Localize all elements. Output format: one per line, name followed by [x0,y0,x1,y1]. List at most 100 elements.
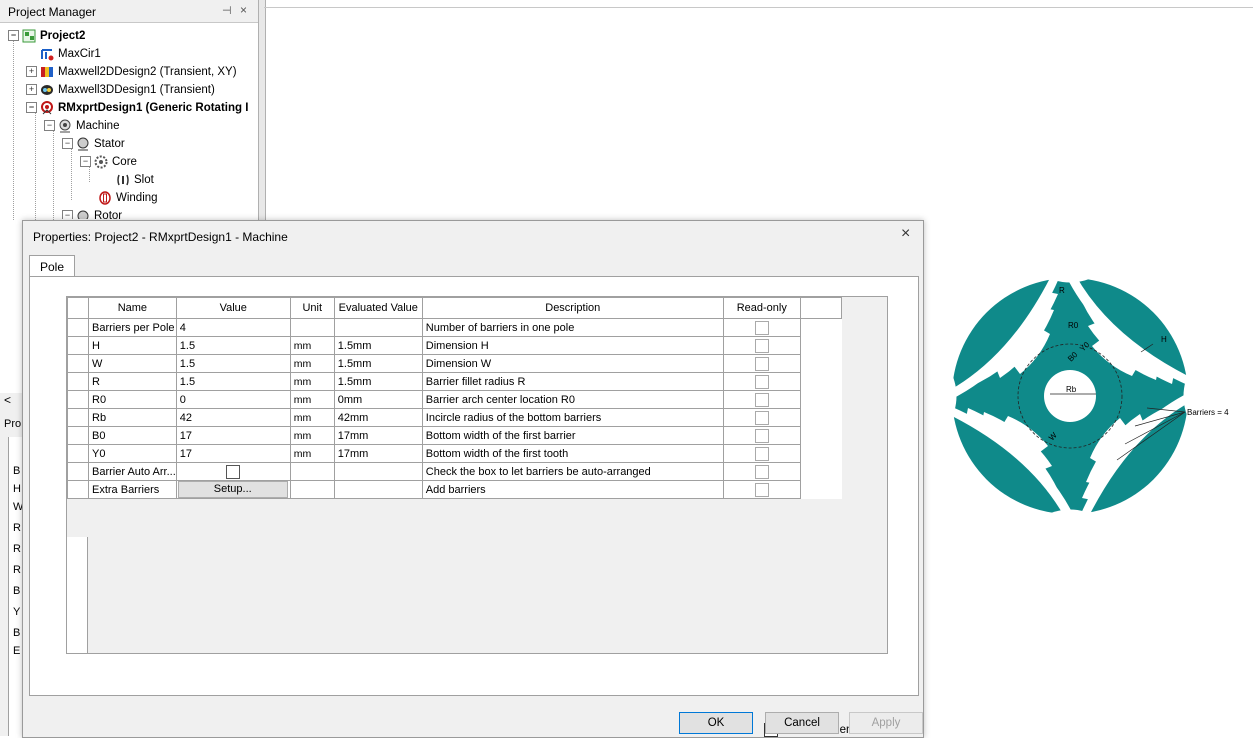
divider [264,7,1253,8]
close-icon[interactable]: × [901,225,910,243]
property-unit[interactable]: mm [289,408,335,427]
row-selector[interactable] [67,426,89,445]
tree-item-label: Rotor [94,210,123,219]
pin-icon[interactable]: ⊣ [222,4,232,17]
rotor-icon [76,209,90,219]
tree-item-core[interactable]: − Core [80,153,137,171]
row-selector[interactable] [67,318,89,337]
table-row[interactable]: R 1.5 mm 1.5mm Barrier fillet radius R [67,372,842,391]
row-selector[interactable] [67,390,89,409]
property-name: Barrier Auto Arr... [88,462,177,481]
rmxprt-icon [40,100,54,115]
tree-item-label: Project2 [40,30,86,42]
close-icon[interactable]: × [240,3,247,17]
property-value[interactable]: 1.5 [175,354,291,373]
column-header[interactable]: Value [175,297,291,319]
tree-item-project2[interactable]: − Project2 [8,27,85,45]
property-unit[interactable]: mm [289,390,335,409]
row-selector[interactable] [67,462,89,481]
property-row: R [13,543,21,555]
read-only-checkbox [754,374,769,389]
property-value[interactable]: 0 [175,390,291,409]
label-rb: Rb [1066,385,1077,394]
column-header[interactable]: Description [421,297,724,319]
expand-icon[interactable]: + [26,84,37,96]
apply-button[interactable]: Apply [849,712,923,734]
property-evaluated: 1.5mm [333,354,423,373]
table-row[interactable]: B0 17 mm 17mm Bottom width of the first … [67,426,842,445]
property-unit[interactable]: mm [289,372,335,391]
ok-button[interactable]: OK [679,712,753,734]
tree-item-rotor[interactable]: − Rotor [62,207,122,219]
read-only-cell [722,390,801,409]
property-value[interactable]: 17 [175,426,291,445]
maxwell2d-icon [40,65,54,79]
expand-icon[interactable]: + [26,66,37,78]
row-selector[interactable] [67,444,89,463]
tree-item-maxwell2d[interactable]: + Maxwell2DDesign2 (Transient, XY) [26,63,237,81]
row-selector[interactable] [67,372,89,391]
property-name: Extra Barriers [88,480,177,499]
tab-pole[interactable]: Pole [29,255,75,278]
barrier-auto-arrange-checkbox[interactable] [226,464,241,479]
tree-item-machine[interactable]: − Machine [44,117,119,135]
tree-item-rmxprt[interactable]: − RMxprtDesign1 (Generic Rotating I [26,99,248,117]
property-row: R [13,564,21,576]
property-unit[interactable]: mm [289,426,335,445]
tree-item-maxwell3d[interactable]: + Maxwell3DDesign1 (Transient) [26,81,215,99]
row-selector[interactable] [67,408,89,427]
row-selector[interactable] [67,354,89,373]
label-barriers: Barriers = 4 [1187,408,1229,417]
tree-item-maxcir1[interactable]: MaxCir1 [40,45,101,63]
tree-item-slot[interactable]: Slot [116,171,154,189]
property-value[interactable]: 42 [175,408,291,427]
property-value[interactable]: 1.5 [175,372,291,391]
property-value[interactable]: 17 [175,444,291,463]
rotor-diagram: R R0 H B0 Y0 Rb W Barriers = 4 [935,266,1229,526]
property-unit[interactable]: mm [289,336,335,355]
column-header[interactable]: Read-only [722,297,801,319]
collapse-icon[interactable]: − [80,156,91,168]
properties-tab[interactable]: Pro [4,418,21,430]
tree-item-stator[interactable]: − Stator [62,135,125,153]
property-value[interactable]: 4 [175,318,291,337]
column-header-filler [799,297,842,319]
property-table: Name Value Unit Evaluated Value Descript… [67,297,842,499]
table-row[interactable]: Barrier Auto Arr... Check the box to let… [67,462,842,481]
table-row[interactable]: Y0 17 mm 17mm Bottom width of the first … [67,444,842,463]
core-icon [94,155,108,169]
tree-line [53,130,54,220]
property-evaluated [333,318,423,337]
property-row: H [13,483,21,495]
property-value[interactable]: 1.5 [175,336,291,355]
collapse-icon[interactable]: − [44,120,55,132]
table-row[interactable]: H 1.5 mm 1.5mm Dimension H [67,336,842,355]
row-selector-header [67,297,89,319]
property-evaluated: 42mm [333,408,423,427]
table-row[interactable]: R0 0 mm 0mm Barrier arch center location… [67,390,842,409]
cancel-button[interactable]: Cancel [765,712,839,734]
table-row[interactable]: Extra Barriers Setup... Add barriers [67,480,842,499]
project-manager-title: Project Manager [8,5,97,19]
row-selector[interactable] [67,480,89,499]
table-row[interactable]: Rb 42 mm 42mm Incircle radius of the bot… [67,408,842,427]
setup-button[interactable]: Setup... [177,481,288,498]
table-row[interactable]: W 1.5 mm 1.5mm Dimension W [67,354,842,373]
collapse-icon[interactable]: − [62,210,73,219]
collapse-icon[interactable]: − [26,102,37,114]
tree-item-winding[interactable]: Winding [98,189,158,207]
column-header[interactable]: Unit [289,297,335,319]
tree-item-label: Slot [134,174,154,186]
table-row[interactable]: Barriers per Pole 4 Number of barriers i… [67,318,842,337]
column-header[interactable]: Name [88,297,177,319]
property-unit[interactable]: mm [289,444,335,463]
property-unit[interactable] [289,318,335,337]
collapse-arrow-icon[interactable]: < [4,393,11,407]
row-selector[interactable] [67,336,89,355]
property-unit[interactable]: mm [289,354,335,373]
collapse-icon[interactable]: − [8,30,19,42]
column-header[interactable]: Evaluated Value [333,297,423,319]
property-value: Setup... [175,480,291,499]
property-evaluated [333,480,423,499]
collapse-icon[interactable]: − [62,138,73,150]
